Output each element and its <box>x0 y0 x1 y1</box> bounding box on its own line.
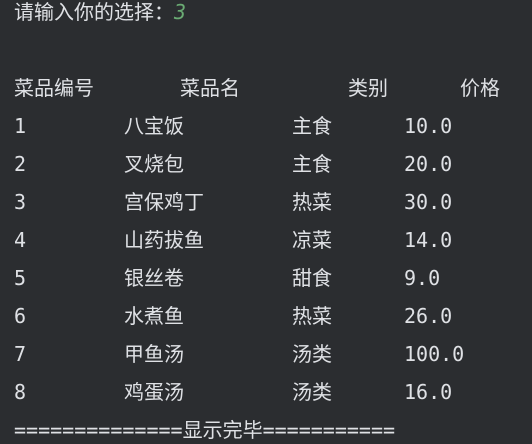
table-row: 1 八宝饭 主食 10.0 <box>0 107 532 145</box>
row-id: 3 <box>14 190 27 214</box>
header-name: 菜品名 <box>180 76 240 100</box>
row-price: 100.0 <box>404 342 465 366</box>
row-category: 甜食 <box>292 266 332 290</box>
row-price: 9.0 <box>404 266 441 290</box>
console-output: 请输入你的选择：3 菜品编号 菜品名 类别 价格 1 八宝饭 主食 10.0 2… <box>0 0 532 444</box>
row-price: 26.0 <box>404 304 453 328</box>
row-category: 汤类 <box>292 380 332 404</box>
display-complete-footer: ==============显示完毕=========== <box>14 418 396 442</box>
row-category: 凉菜 <box>292 228 332 252</box>
row-id: 6 <box>14 304 27 328</box>
row-category: 主食 <box>292 114 332 138</box>
row-name: 甲鱼汤 <box>124 342 184 366</box>
row-name: 八宝饭 <box>124 114 184 138</box>
table-row: 4 山药拔鱼 凉菜 14.0 <box>0 221 532 259</box>
prompt-input-value: 3 <box>174 0 187 24</box>
table-row: 5 银丝卷 甜食 9.0 <box>0 259 532 297</box>
input-prompt: 请输入你的选择：3 <box>14 0 186 31</box>
row-id: 4 <box>14 228 27 252</box>
row-price: 14.0 <box>404 228 453 252</box>
row-name: 宫保鸡丁 <box>124 190 204 214</box>
header-id: 菜品编号 <box>14 76 94 100</box>
row-name: 水煮鱼 <box>124 304 184 328</box>
row-name: 叉烧包 <box>124 152 184 176</box>
row-id: 1 <box>14 114 27 138</box>
table-row: 7 甲鱼汤 汤类 100.0 <box>0 335 532 373</box>
row-name: 银丝卷 <box>124 266 184 290</box>
row-id: 7 <box>14 342 27 366</box>
row-price: 30.0 <box>404 190 453 214</box>
table-row: 3 宫保鸡丁 热菜 30.0 <box>0 183 532 221</box>
table-header: 菜品编号 菜品名 类别 价格 <box>0 69 532 107</box>
row-id: 8 <box>14 380 27 404</box>
row-price: 10.0 <box>404 114 453 138</box>
row-price: 16.0 <box>404 380 453 404</box>
table-row: 8 鸡蛋汤 汤类 16.0 <box>0 373 532 411</box>
header-price: 价格 <box>460 76 500 100</box>
row-price: 20.0 <box>404 152 453 176</box>
header-category: 类别 <box>348 76 388 100</box>
table-row: 6 水煮鱼 热菜 26.0 <box>0 297 532 335</box>
row-id: 2 <box>14 152 27 176</box>
row-category: 热菜 <box>292 190 332 214</box>
row-id: 5 <box>14 266 27 290</box>
table-row: 2 叉烧包 主食 20.0 <box>0 145 532 183</box>
row-category: 热菜 <box>292 304 332 328</box>
prompt-label: 请输入你的选择： <box>14 0 174 24</box>
row-category: 汤类 <box>292 342 332 366</box>
row-name: 鸡蛋汤 <box>124 380 184 404</box>
row-name: 山药拔鱼 <box>124 228 204 252</box>
row-category: 主食 <box>292 152 332 176</box>
